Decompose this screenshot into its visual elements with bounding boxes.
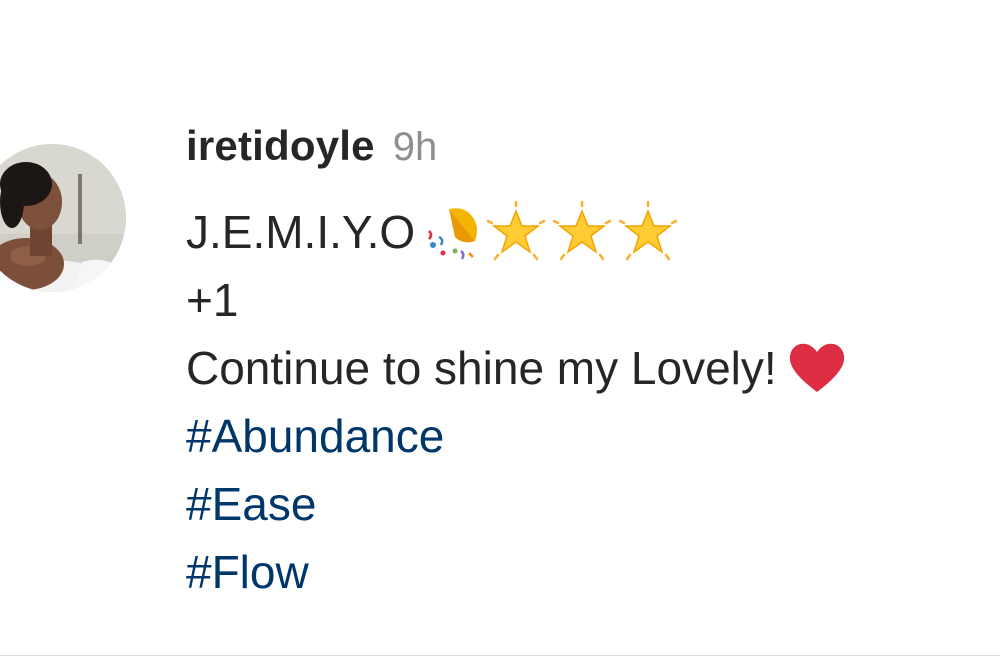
comment-item: iretidoyle 9h J.E.M.I.Y.O +1 Continue to… xyxy=(0,0,1000,666)
comment-line-1: J.E.M.I.Y.O xyxy=(186,198,1000,266)
comment-text-line-1: J.E.M.I.Y.O xyxy=(186,206,416,258)
comment-body: J.E.M.I.Y.O +1 Continue to shine my Love… xyxy=(186,198,1000,606)
avatar-image xyxy=(0,144,126,292)
hashtag-link-flow[interactable]: #Flow xyxy=(186,538,309,606)
glowing-star-icon xyxy=(485,201,547,263)
glowing-star-icon xyxy=(551,201,613,263)
avatar[interactable] xyxy=(0,144,126,292)
red-heart-icon xyxy=(785,336,849,400)
hashtag-link-abundance[interactable]: #Abundance xyxy=(186,402,444,470)
comment-text-line-3: Continue to shine my Lovely! xyxy=(186,342,777,394)
hashtag-line-3: #Flow xyxy=(186,538,1000,606)
username-link[interactable]: iretidoyle xyxy=(186,122,375,170)
hashtag-line-1: #Abundance xyxy=(186,402,1000,470)
hashtag-link-ease[interactable]: #Ease xyxy=(186,470,316,538)
hashtag-line-2: #Ease xyxy=(186,470,1000,538)
timestamp[interactable]: 9h xyxy=(393,125,438,170)
glowing-star-icon xyxy=(617,201,679,263)
divider xyxy=(0,655,1000,656)
confetti-icon xyxy=(419,201,481,263)
comment-line-3: Continue to shine my Lovely! xyxy=(186,334,1000,402)
comment-line-2: +1 xyxy=(186,266,1000,334)
comment-header: iretidoyle 9h xyxy=(186,122,437,176)
comment-text-line-2: +1 xyxy=(186,274,239,326)
